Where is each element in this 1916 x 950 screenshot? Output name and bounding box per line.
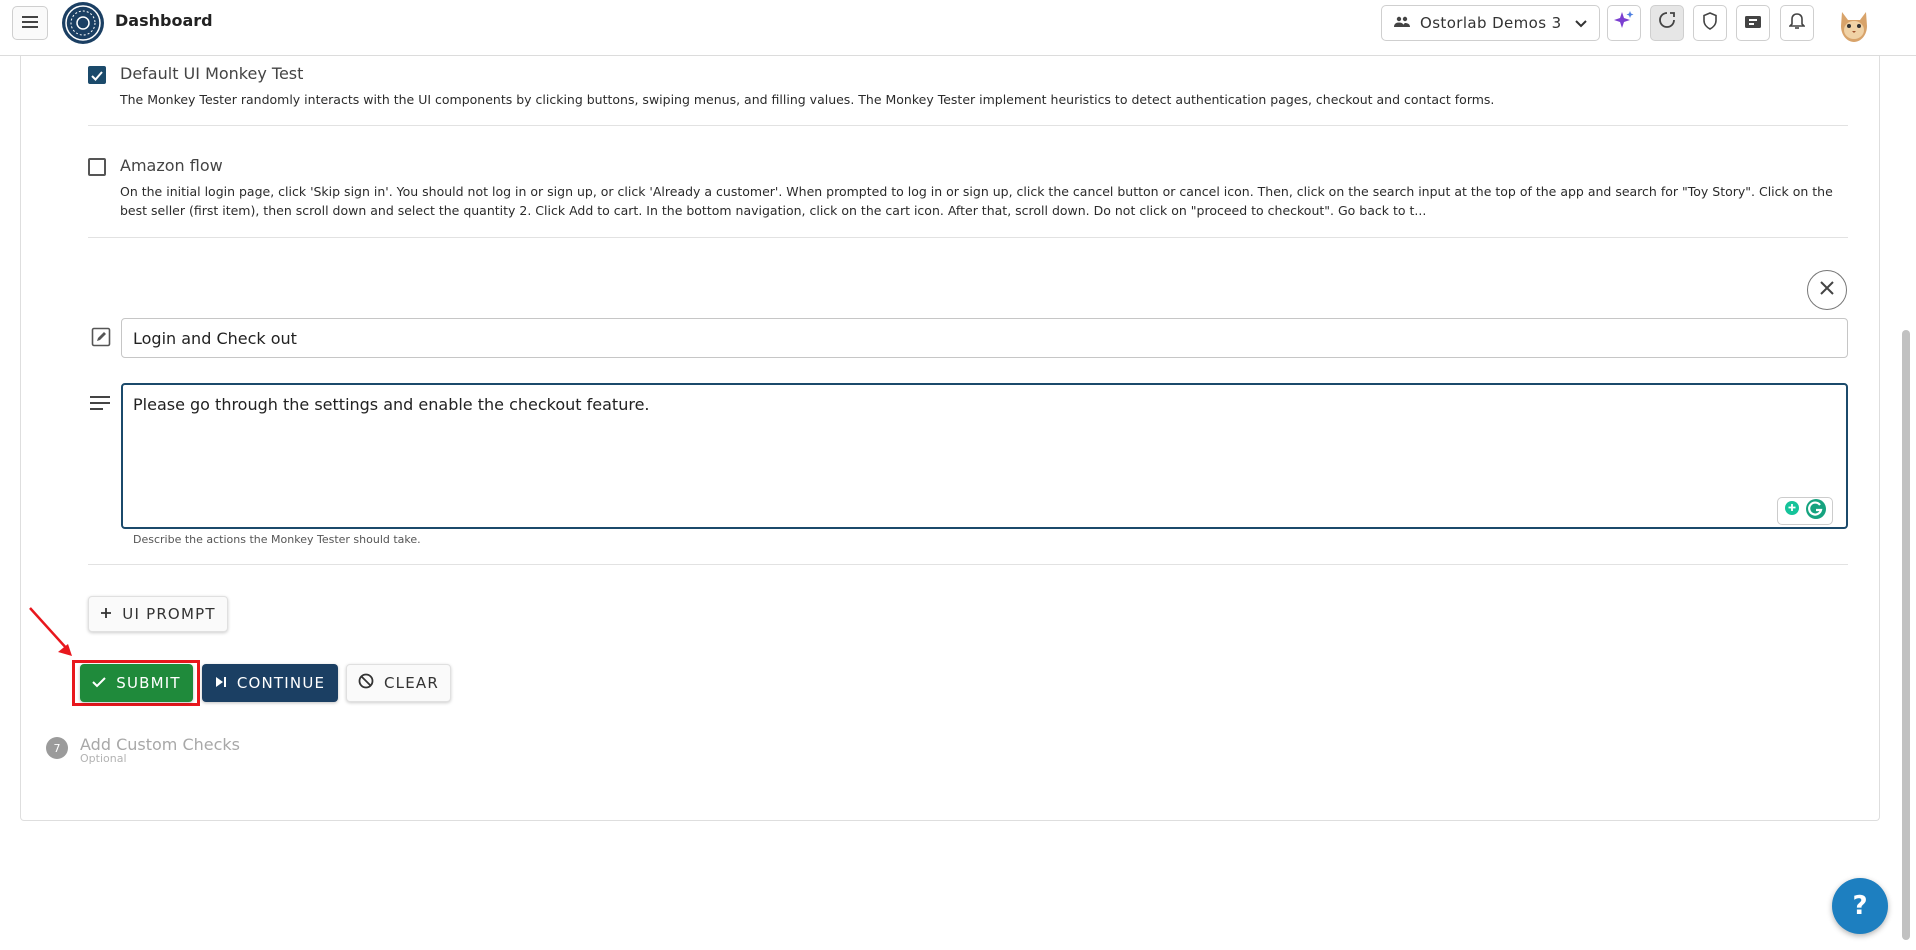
top-bar: Dashboard Ostorlab Demos 3 xyxy=(0,0,1916,56)
bulb-icon xyxy=(1783,500,1801,522)
checkbox-default-monkey[interactable] xyxy=(88,66,106,84)
security-button[interactable] xyxy=(1693,5,1727,41)
grammarly-icon xyxy=(1805,498,1827,524)
button-label: SUBMIT xyxy=(116,674,181,692)
step-number: 7 xyxy=(46,737,68,759)
organization-label: Ostorlab Demos 3 xyxy=(1420,14,1562,32)
chevron-down-icon xyxy=(1575,14,1587,32)
edit-icon xyxy=(91,327,111,347)
refresh-shield-icon xyxy=(1658,11,1676,35)
hamburger-icon xyxy=(22,14,38,33)
remove-prompt-button[interactable] xyxy=(1807,270,1847,310)
step-add-custom-checks[interactable]: 7 Add Custom Checks Optional xyxy=(46,735,240,765)
check-description: The Monkey Tester randomly interacts wit… xyxy=(120,92,1495,107)
ostorlab-logo[interactable] xyxy=(62,2,104,44)
annotation-arrow xyxy=(29,607,72,656)
page-scrollbar[interactable] xyxy=(1902,330,1910,940)
checkbox-amazon-flow[interactable] xyxy=(88,158,106,176)
checkmark-icon xyxy=(92,674,106,692)
add-ui-prompt-button[interactable]: UI PROMPT xyxy=(88,596,228,632)
skip-next-icon xyxy=(215,674,227,692)
prompt-description-input[interactable]: Please go through the settings and enabl… xyxy=(121,383,1848,529)
checkmark-icon xyxy=(91,66,103,85)
tickets-button[interactable] xyxy=(1736,5,1770,41)
organization-select[interactable]: Ostorlab Demos 3 xyxy=(1381,5,1600,41)
button-label: CLEAR xyxy=(384,674,439,692)
ticket-icon xyxy=(1744,14,1762,33)
user-avatar[interactable] xyxy=(1834,3,1874,45)
clear-button[interactable]: CLEAR xyxy=(346,664,451,702)
button-label: UI PROMPT xyxy=(122,605,216,623)
page-title: Dashboard xyxy=(115,11,213,30)
menu-button[interactable] xyxy=(12,6,48,40)
check-title: Default UI Monkey Test xyxy=(120,64,304,83)
continue-button[interactable]: CONTINUE xyxy=(202,664,338,702)
button-label: CONTINUE xyxy=(236,674,326,692)
divider xyxy=(88,237,1848,238)
plus-icon xyxy=(100,605,112,623)
prompt-helper-text: Describe the actions the Monkey Tester s… xyxy=(133,533,421,546)
bell-icon xyxy=(1788,12,1806,34)
scan-button[interactable] xyxy=(1650,5,1684,41)
description-lines-icon xyxy=(90,395,112,413)
divider xyxy=(88,564,1848,565)
divider xyxy=(88,125,1848,126)
submit-button[interactable]: SUBMIT xyxy=(80,664,193,702)
block-icon xyxy=(358,673,374,693)
prompt-title-input[interactable] xyxy=(121,318,1848,358)
close-icon xyxy=(1819,280,1835,300)
check-description: On the initial login page, click 'Skip s… xyxy=(120,184,1833,218)
ai-sparkle-button[interactable] xyxy=(1607,5,1641,41)
sparkle-icon xyxy=(1613,10,1635,36)
shield-icon xyxy=(1702,12,1718,34)
team-icon xyxy=(1394,14,1410,32)
notifications-button[interactable] xyxy=(1780,5,1814,41)
help-button[interactable]: ? xyxy=(1832,878,1888,934)
grammarly-widget[interactable] xyxy=(1777,497,1833,525)
check-title: Amazon flow xyxy=(120,156,223,175)
